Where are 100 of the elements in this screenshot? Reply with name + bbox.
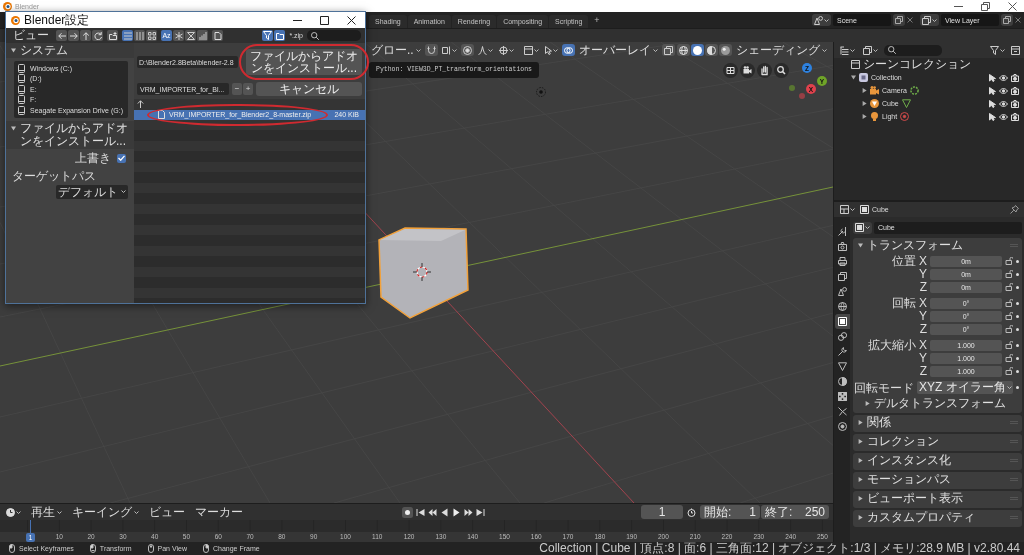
toolbar-button[interactable] [274, 30, 286, 41]
pin-icon[interactable] [1010, 205, 1019, 214]
current-frame-field[interactable]: 1 [641, 505, 683, 519]
padlock-icon[interactable] [1005, 325, 1013, 333]
remove-icon[interactable] [1015, 17, 1021, 23]
dot-icon[interactable] [1016, 314, 1019, 318]
dot-icon[interactable] [1016, 272, 1019, 276]
camera-icon[interactable] [1011, 73, 1019, 82]
panel-header[interactable]: ファイルからアドオンをインストール... [6, 120, 134, 149]
record-icon[interactable] [401, 506, 413, 518]
dot-icon[interactable] [1016, 369, 1019, 373]
properties-tab[interactable] [835, 269, 850, 284]
padlock-icon[interactable] [1005, 341, 1013, 349]
toolbar-button[interactable] [68, 30, 79, 41]
dot-icon[interactable] [1016, 327, 1019, 331]
camera-icon[interactable] [1011, 86, 1019, 95]
hand-icon[interactable] [757, 63, 772, 78]
orientation-dropdown[interactable]: グロー.. [369, 43, 423, 57]
start-frame-field[interactable]: 開始: 1 [700, 505, 760, 519]
snap-target-dropdown[interactable] [439, 44, 459, 56]
dot-icon[interactable] [1016, 356, 1019, 360]
view-layer-menu[interactable] [920, 14, 939, 26]
toolbar-button[interactable] [92, 30, 103, 41]
display-mode-dropdown[interactable] [838, 44, 857, 56]
timeline-menu[interactable]: 再生 [29, 505, 64, 519]
scene-menu[interactable] [812, 14, 831, 26]
shading-mode-button[interactable] [677, 44, 690, 56]
properties-tab[interactable] [835, 329, 850, 344]
minimize-icon[interactable] [293, 19, 302, 21]
end-frame-field[interactable]: 終了: 250 [761, 505, 829, 519]
filter-toggle[interactable] [262, 30, 274, 41]
overlays-dropdown[interactable]: オーバーレイ [577, 43, 660, 57]
properties-tab[interactable] [835, 359, 850, 374]
add-workspace-tab[interactable]: + [589, 13, 605, 27]
properties-tab[interactable] [835, 299, 850, 314]
zoom-icon[interactable] [774, 63, 789, 78]
padlock-icon[interactable] [1005, 299, 1013, 307]
dot-icon[interactable] [1016, 301, 1019, 305]
grid-icon[interactable] [723, 63, 738, 78]
skip-end-icon[interactable] [475, 507, 485, 517]
editor-type-dropdown[interactable] [4, 506, 23, 518]
camera-icon[interactable] [1011, 99, 1019, 108]
panel-header[interactable]: カスタムプロパティ [853, 510, 1022, 525]
sort-button[interactable] [173, 30, 184, 41]
dot-icon[interactable] [1016, 386, 1019, 389]
video-camera-icon[interactable] [740, 63, 755, 78]
filter-dropdown[interactable] [988, 44, 1007, 56]
checkbox[interactable] [117, 153, 126, 163]
play-reverse-icon[interactable] [439, 507, 449, 517]
dot-icon[interactable] [1016, 343, 1019, 347]
rewind-icon[interactable] [427, 507, 437, 517]
maximize-icon[interactable] [320, 15, 329, 25]
properties-tab[interactable] [835, 389, 850, 404]
search-field[interactable] [884, 44, 942, 56]
close-icon[interactable] [347, 15, 356, 25]
view-mode-button[interactable] [146, 30, 157, 41]
restore-icon[interactable] [981, 1, 990, 11]
overlays-toggle[interactable] [562, 44, 575, 56]
panel-header[interactable]: デルタトランスフォーム [853, 396, 1022, 411]
padlock-icon[interactable] [1005, 354, 1013, 362]
dot-icon[interactable] [1016, 285, 1019, 289]
timeline-menu[interactable]: キーイング [70, 505, 141, 519]
panel-header[interactable]: モーションパス [853, 472, 1022, 487]
panel-header[interactable]: インスタンス化 [853, 453, 1022, 468]
timeline-menu[interactable]: マーカー [193, 505, 245, 519]
snap-toggle[interactable] [424, 44, 438, 56]
timeline-menu[interactable]: ビュー [147, 505, 187, 519]
panel-header[interactable]: トランスフォーム [853, 238, 1022, 253]
padlock-icon[interactable] [1005, 312, 1013, 320]
properties-tab[interactable] [835, 374, 850, 389]
pivot-dropdown[interactable] [496, 44, 516, 56]
skip-start-icon[interactable] [415, 507, 425, 517]
object-types-dropdown[interactable] [522, 44, 541, 56]
remove-icon[interactable] [907, 17, 913, 23]
tray-icon[interactable] [1011, 45, 1020, 55]
target-path-dropdown[interactable]: デフォルト [56, 184, 128, 199]
properties-tab[interactable] [835, 254, 850, 269]
panel-header[interactable]: 関係 [853, 415, 1022, 430]
shading-mode-button[interactable] [691, 44, 704, 56]
minimize-icon[interactable] [954, 5, 963, 7]
toolbar-button[interactable] [107, 30, 118, 41]
properties-tab[interactable] [835, 314, 850, 329]
panel-header[interactable]: ビューポート表示 [853, 491, 1022, 506]
close-icon[interactable] [1008, 1, 1017, 11]
dropdown-field[interactable]: XYZ オイラー角 [917, 381, 1013, 394]
view-layer-dropdown[interactable] [861, 44, 880, 56]
outliner-item[interactable]: シーンコレクション [863, 58, 971, 71]
xray-toggle[interactable] [662, 44, 675, 56]
dot-icon[interactable] [1016, 259, 1019, 263]
play-icon[interactable] [451, 507, 461, 517]
toolbar-button[interactable] [212, 30, 223, 41]
toolbar-button[interactable] [80, 30, 91, 41]
cube[interactable] [378, 227, 469, 319]
panel-header[interactable]: システム [6, 43, 134, 58]
camera-icon[interactable] [1011, 112, 1019, 121]
object-type-dropdown[interactable] [853, 221, 872, 234]
search-field[interactable] [307, 30, 361, 41]
fast-forward-icon[interactable] [463, 507, 473, 517]
install-button[interactable]: ファイルからアドオンをインストール... [246, 49, 362, 75]
padlock-icon[interactable] [1005, 283, 1013, 291]
